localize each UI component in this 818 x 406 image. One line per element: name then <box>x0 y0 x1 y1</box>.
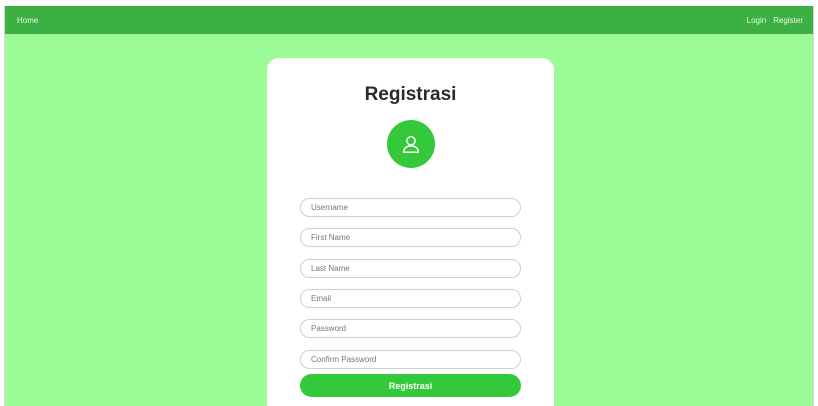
username-input[interactable] <box>300 198 521 217</box>
page-title: Registrasi <box>364 84 457 105</box>
nav-register-link[interactable]: Register <box>773 16 803 25</box>
page-frame: Home Login Register Registrasi Registras… <box>4 6 814 406</box>
first-name-input[interactable] <box>300 228 521 247</box>
user-icon <box>402 135 420 153</box>
nav-home-link[interactable]: Home <box>17 16 38 25</box>
password-input[interactable] <box>300 319 521 338</box>
email-input[interactable] <box>300 289 521 308</box>
avatar <box>387 120 435 168</box>
confirm-password-input[interactable] <box>300 350 521 369</box>
nav-login-link[interactable]: Login <box>747 16 767 25</box>
registration-card: Registrasi Registrasi <box>267 58 554 406</box>
nav-right-group: Login Register <box>747 16 803 25</box>
last-name-input[interactable] <box>300 259 521 278</box>
navbar: Home Login Register <box>5 6 813 34</box>
register-submit-button[interactable]: Registrasi <box>300 374 521 397</box>
